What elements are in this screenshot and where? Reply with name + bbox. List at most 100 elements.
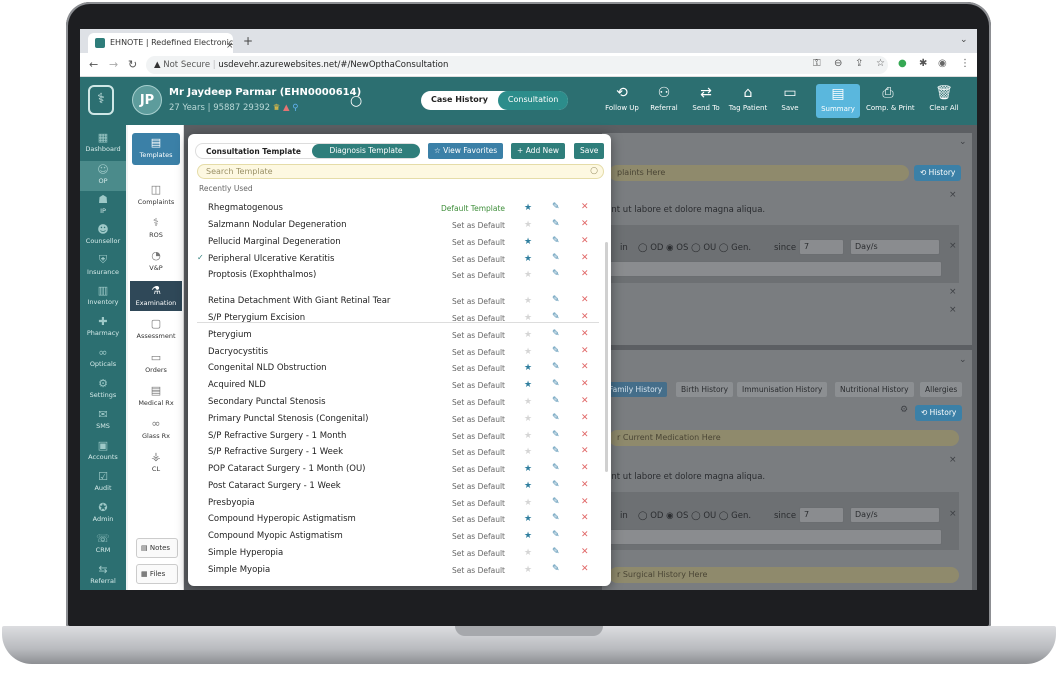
subnav-ros[interactable]: ⚕ ROS (132, 216, 180, 239)
set-default-link[interactable]: Set as Default (452, 482, 505, 491)
subnav-complaints[interactable]: ◫ Complaints (132, 183, 180, 206)
eye-options[interactable]: ◯ OD ◉ OS ◯ OU ◯ Gen. (638, 511, 751, 521)
set-default-link[interactable]: Set as Default (452, 297, 505, 306)
delete-icon[interactable]: ✕ (581, 346, 589, 356)
sidebar-item-audit[interactable]: ☑ Audit (80, 470, 126, 492)
template-row[interactable]: Secondary Punctal Stenosis Set as Default… (197, 395, 601, 411)
set-default-link[interactable]: Set as Default (452, 364, 505, 373)
delete-icon[interactable]: ✕ (581, 480, 589, 490)
puzzle-icon[interactable]: ✱ (919, 58, 927, 69)
edit-icon[interactable]: ✎ (552, 396, 560, 406)
favorite-star-icon[interactable]: ★ (524, 431, 532, 441)
tab-allergies[interactable]: Allergies (920, 382, 963, 397)
favorite-star-icon[interactable]: ★ (524, 514, 532, 524)
edit-icon[interactable]: ✎ (552, 564, 560, 574)
delete-icon[interactable]: ✕ (581, 379, 589, 389)
close-tab-icon[interactable]: × (226, 41, 233, 51)
close-icon[interactable]: × (949, 287, 957, 297)
favorite-star-icon[interactable]: ★ (524, 380, 532, 390)
template-name[interactable]: Retina Detachment With Giant Retinal Tea… (208, 296, 390, 306)
sidebar-item-pharmacy[interactable]: ✚ Pharmacy (80, 315, 126, 337)
sidebar-item-insurance[interactable]: ⛨ Insurance (80, 253, 126, 276)
sidebar-item-admin[interactable]: ✪ Admin (80, 501, 126, 523)
eye-options[interactable]: ◯ OD ◉ OS ◯ OU ◯ Gen. (638, 243, 751, 253)
tab-consultation[interactable]: Consultation (497, 91, 569, 110)
edit-icon[interactable]: ✎ (552, 269, 560, 279)
template-row[interactable]: Compound Myopic Astigmatism Set as Defaul… (197, 529, 601, 545)
save-template-button[interactable]: Save (574, 143, 605, 159)
set-default-link[interactable]: Set as Default (452, 448, 505, 457)
template-row[interactable]: S/P Refractive Surgery - 1 Month Set as D… (197, 429, 601, 445)
template-name[interactable]: S/P Refractive Surgery - 1 Week (208, 447, 343, 457)
bookmark-star-icon[interactable]: ☆ (876, 58, 885, 69)
reload-icon[interactable]: ↻ (128, 58, 137, 71)
template-name[interactable]: S/P Refractive Surgery - 1 Month (208, 431, 346, 441)
forward-icon[interactable]: → (109, 58, 118, 71)
template-row[interactable]: Pterygium Set as Default ★ ✎ ✕ (197, 328, 601, 344)
favorite-star-icon[interactable]: ★ (524, 270, 532, 280)
template-name[interactable]: Simple Myopia (208, 565, 270, 575)
template-name[interactable]: Compound Hyperopic Astigmatism (208, 514, 356, 524)
zoom-icon[interactable]: ⊖ (834, 58, 842, 69)
collapse-chevron-icon[interactable]: ⌄ (959, 355, 967, 365)
edit-icon[interactable]: ✎ (552, 346, 560, 356)
delete-icon[interactable]: ✕ (581, 530, 589, 540)
referral-button[interactable]: ⚇ Referral (642, 85, 686, 112)
unit-select[interactable]: Day/s (850, 507, 940, 523)
set-default-link[interactable]: Set as Default (452, 549, 505, 558)
edit-icon[interactable]: ✎ (552, 362, 560, 372)
delete-icon[interactable]: ✕ (581, 446, 589, 456)
files-button[interactable]: ▦ Files (136, 564, 178, 584)
subnav-templates[interactable]: ▤ Templates (132, 133, 180, 165)
template-row[interactable]: Simple Hyperopia Set as Default ★ ✎ ✕ (197, 546, 601, 562)
delete-icon[interactable]: ✕ (581, 219, 589, 229)
follow-up-button[interactable]: ⟲ Follow Up (600, 85, 644, 112)
set-default-link[interactable]: Set as Default (452, 331, 505, 340)
notes-input[interactable] (609, 529, 942, 545)
delete-icon[interactable]: ✕ (581, 253, 589, 263)
template-row[interactable]: S/P Pterygium Excision Set as Default ★ ✎ ✕ (197, 311, 601, 327)
template-name[interactable]: Congenital NLD Obstruction (208, 363, 327, 373)
since-input[interactable]: 7 (799, 239, 844, 255)
close-icon[interactable]: × (949, 241, 957, 251)
template-name[interactable]: Post Cataract Surgery - 1 Week (208, 481, 341, 491)
sidebar-item-op[interactable]: ☺ OP (80, 161, 126, 191)
set-default-link[interactable]: Default Template (433, 204, 505, 213)
set-default-link[interactable]: Set as Default (452, 566, 505, 575)
template-name[interactable]: Simple Hyperopia (208, 548, 283, 558)
tab-diagnosis-template[interactable]: Diagnosis Template (312, 144, 420, 158)
collapse-chevron-icon[interactable]: ⌄ (959, 137, 967, 147)
edit-icon[interactable]: ✎ (552, 329, 560, 339)
favorite-star-icon[interactable]: ★ (524, 565, 532, 575)
sidebar-item-sms[interactable]: ✉ SMS (80, 408, 126, 430)
tag-patient-button[interactable]: ⌂ Tag Patient (726, 85, 770, 112)
template-name[interactable]: Presbyopia (208, 498, 255, 508)
gear-icon[interactable]: ⚙ (900, 405, 908, 415)
edit-icon[interactable]: ✎ (552, 219, 560, 229)
edit-icon[interactable]: ✎ (552, 497, 560, 507)
template-row[interactable]: ✓ Peripheral Ulcerative Keratitis Set as D… (197, 252, 601, 268)
save-button[interactable]: ▭ Save (768, 85, 812, 112)
template-name[interactable]: Secondary Punctal Stenosis (208, 397, 326, 407)
template-row[interactable]: Dacryocystitis Set as Default ★ ✎ ✕ (197, 345, 601, 361)
favorite-star-icon[interactable]: ★ (524, 330, 532, 340)
subnav-orders[interactable]: ▭ Orders (132, 351, 180, 374)
template-row[interactable]: Acquired NLD Set as Default ★ ✎ ✕ (197, 378, 601, 394)
back-icon[interactable]: ← (89, 58, 98, 71)
template-row[interactable]: Presbyopia Set as Default ★ ✎ ✕ (197, 496, 601, 512)
edit-icon[interactable]: ✎ (552, 430, 560, 440)
favorite-star-icon[interactable]: ★ (524, 498, 532, 508)
add-new-button[interactable]: + Add New (511, 143, 565, 159)
tab-birth-history[interactable]: Birth History (676, 382, 734, 397)
view-favorites-button[interactable]: ☆ View Favorites (428, 143, 504, 159)
template-name[interactable]: Dacryocystitis (208, 347, 268, 357)
delete-icon[interactable]: ✕ (581, 236, 589, 246)
clear-all-button[interactable]: 🗑 Clear All (922, 85, 966, 112)
template-name[interactable]: Primary Punctal Stenosis (Congenital) (208, 414, 368, 424)
template-name[interactable]: Salzmann Nodular Degeneration (208, 220, 347, 230)
edit-icon[interactable]: ✎ (552, 253, 560, 263)
set-default-link[interactable]: Set as Default (452, 515, 505, 524)
menu-dots-icon[interactable]: ⋮ (960, 58, 970, 69)
set-default-link[interactable]: Set as Default (452, 381, 505, 390)
delete-icon[interactable]: ✕ (581, 497, 589, 507)
